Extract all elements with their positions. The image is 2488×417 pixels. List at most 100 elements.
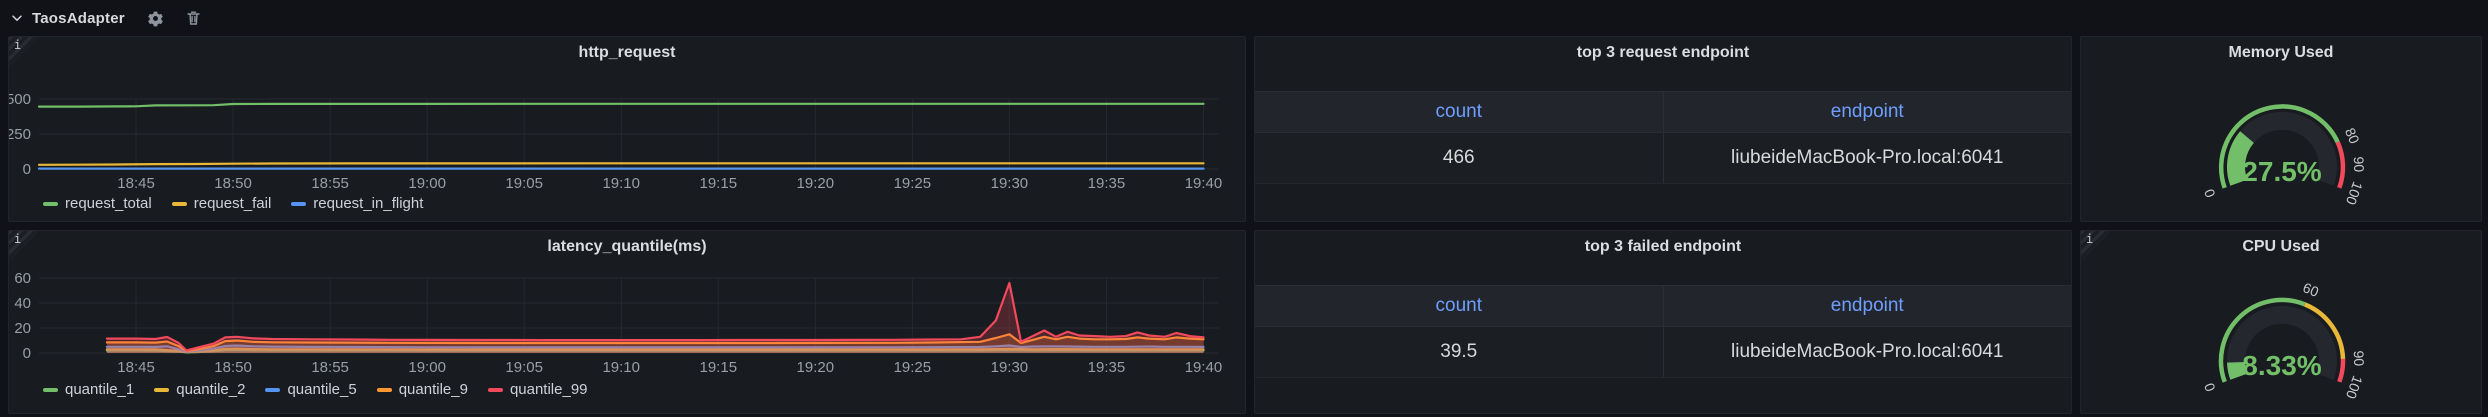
panel-title-memory-used[interactable]: Memory Used: [2081, 44, 2481, 62]
legend-label: quantile_2: [176, 381, 245, 398]
legend-item-quantile_9[interactable]: quantile_9: [377, 381, 468, 398]
table-row: 39.5 liubeideMacBook-Pro.local:6041: [1255, 327, 2071, 378]
panel-title-top3-request[interactable]: top 3 request endpoint: [1255, 44, 2071, 62]
gauge-value-text: 8.33%: [2242, 350, 2321, 381]
column-header-endpoint[interactable]: endpoint: [1664, 92, 2072, 132]
panel-cpu-used: i CPU Used 060901008.33%: [2080, 230, 2482, 414]
legend-label: quantile_99: [510, 381, 588, 398]
column-header-count[interactable]: count: [1255, 286, 1664, 326]
x-tick-label: 19:10: [602, 175, 640, 192]
column-header-endpoint[interactable]: endpoint: [1664, 286, 2072, 326]
legend-swatch: [377, 388, 392, 392]
x-tick-label: 18:50: [214, 359, 252, 376]
http-request-chart[interactable]: 0 250 500 18:45 18:50 18:55 19:00 19:05 19:10 19:…: [9, 37, 1245, 221]
x-tick-label: 19:20: [797, 175, 835, 192]
latency-quantile-legend: quantile_1 quantile_2 quantile_5 quantile_9…: [43, 381, 588, 398]
cell-count: 466: [1255, 133, 1664, 183]
trash-icon[interactable]: [186, 10, 201, 26]
y-tick-label: 40: [14, 295, 31, 312]
legend-item-quantile_2[interactable]: quantile_2: [154, 381, 245, 398]
legend-swatch: [43, 388, 58, 392]
y-tick-label: 500: [9, 91, 31, 108]
x-tick-label: 19:15: [700, 175, 738, 192]
failed-endpoint-table: count endpoint 39.5 liubeideMacBook-Pro.…: [1255, 285, 2071, 378]
x-tick-label: 18:45: [117, 175, 155, 192]
gauge-tick-label: 90: [2351, 156, 2368, 172]
gauge-tick-label: 100: [2343, 180, 2366, 208]
panel-top3-request-endpoint: top 3 request endpoint count endpoint 46…: [1254, 36, 2072, 222]
legend-item-quantile_5[interactable]: quantile_5: [265, 381, 356, 398]
x-tick-label: 19:15: [700, 359, 738, 376]
x-tick-label: 19:20: [797, 359, 835, 376]
gauge-tick-label: 0: [2201, 187, 2219, 200]
x-tick-label: 19:25: [894, 359, 932, 376]
legend-item-request_total[interactable]: request_total: [43, 195, 152, 212]
x-tick-label: 18:50: [214, 175, 252, 192]
table-header-row: count endpoint: [1255, 91, 2071, 133]
legend-swatch: [265, 388, 280, 392]
y-tick-label: 20: [14, 320, 31, 337]
table-header-row: count endpoint: [1255, 285, 2071, 327]
legend-label: request_in_flight: [313, 195, 423, 212]
gauge-tick-label: 100: [2343, 374, 2366, 402]
x-tick-label: 18:55: [311, 359, 349, 376]
dashboard-row-header: TaosAdapter: [10, 5, 201, 31]
panel-memory-used: Memory Used 0 80 90 100 27.5%: [2080, 36, 2482, 222]
x-tick-label: 18:45: [117, 359, 155, 376]
legend-item-request_in_flight[interactable]: request_in_flight: [291, 195, 423, 212]
chevron-down-icon[interactable]: [10, 11, 24, 25]
table-row: 466 liubeideMacBook-Pro.local:6041: [1255, 133, 2071, 184]
panel-title-cpu-used[interactable]: CPU Used: [2081, 238, 2481, 256]
panel-top3-failed-endpoint: top 3 failed endpoint count endpoint 39.…: [1254, 230, 2072, 414]
cell-endpoint: liubeideMacBook-Pro.local:6041: [1664, 133, 2072, 183]
legend-swatch: [154, 388, 169, 392]
x-tick-label: 19:35: [1088, 175, 1126, 192]
legend-item-quantile_1[interactable]: quantile_1: [43, 381, 134, 398]
legend-item-quantile_99[interactable]: quantile_99: [488, 381, 588, 398]
y-tick-label: 250: [9, 126, 31, 143]
gauge-tick-label: 0: [2201, 381, 2219, 394]
row-title[interactable]: TaosAdapter: [32, 10, 125, 27]
cpu-gauge: 060901008.33%: [2081, 255, 2483, 415]
column-header-count[interactable]: count: [1255, 92, 1664, 132]
legend-swatch: [43, 202, 58, 206]
memory-gauge: 0 80 90 100 27.5%: [2081, 61, 2483, 221]
http-request-legend: request_total request_fail request_in_flig…: [43, 195, 423, 212]
x-tick-label: 19:00: [408, 175, 446, 192]
gauge-value-text: 27.5%: [2242, 156, 2321, 187]
legend-label: quantile_1: [65, 381, 134, 398]
x-tick-label: 19:40: [1185, 359, 1223, 376]
x-tick-label: 19:30: [991, 359, 1029, 376]
y-tick-label: 0: [23, 345, 31, 362]
cell-endpoint: liubeideMacBook-Pro.local:6041: [1664, 327, 2072, 377]
request-endpoint-table: count endpoint 466 liubeideMacBook-Pro.l…: [1255, 91, 2071, 184]
legend-label: request_total: [65, 195, 152, 212]
y-tick-label: 0: [23, 161, 31, 178]
x-tick-label: 19:10: [602, 359, 640, 376]
x-tick-label: 19:25: [894, 175, 932, 192]
legend-item-request_fail[interactable]: request_fail: [172, 195, 272, 212]
legend-label: quantile_9: [399, 381, 468, 398]
legend-swatch: [488, 388, 503, 392]
panel-http-request: i http_request 025050018:4518:5018:5519:…: [8, 36, 1246, 222]
legend-swatch: [172, 202, 187, 206]
legend-swatch: [291, 202, 306, 206]
gear-icon[interactable]: [147, 10, 164, 27]
legend-label: request_fail: [194, 195, 272, 212]
x-tick-label: 18:55: [311, 175, 349, 192]
x-tick-label: 19:30: [991, 175, 1029, 192]
panel-title-top3-failed[interactable]: top 3 failed endpoint: [1255, 238, 2071, 256]
x-tick-label: 19:05: [505, 175, 543, 192]
gauge-tick-label: 80: [2342, 125, 2363, 146]
x-tick-label: 19:00: [408, 359, 446, 376]
panel-latency-quantile: i latency_quantile(ms) 020406018:4518:50…: [8, 230, 1246, 414]
legend-label: quantile_5: [287, 381, 356, 398]
gauge-threshold-arc: [2339, 359, 2343, 382]
x-tick-label: 19:05: [505, 359, 543, 376]
gauge-tick-label: 60: [2301, 279, 2322, 300]
gauge-threshold-arc: [2338, 142, 2343, 188]
y-tick-label: 60: [14, 270, 31, 287]
cell-count: 39.5: [1255, 327, 1664, 377]
x-tick-label: 19:35: [1088, 359, 1126, 376]
x-tick-label: 19:40: [1185, 175, 1223, 192]
